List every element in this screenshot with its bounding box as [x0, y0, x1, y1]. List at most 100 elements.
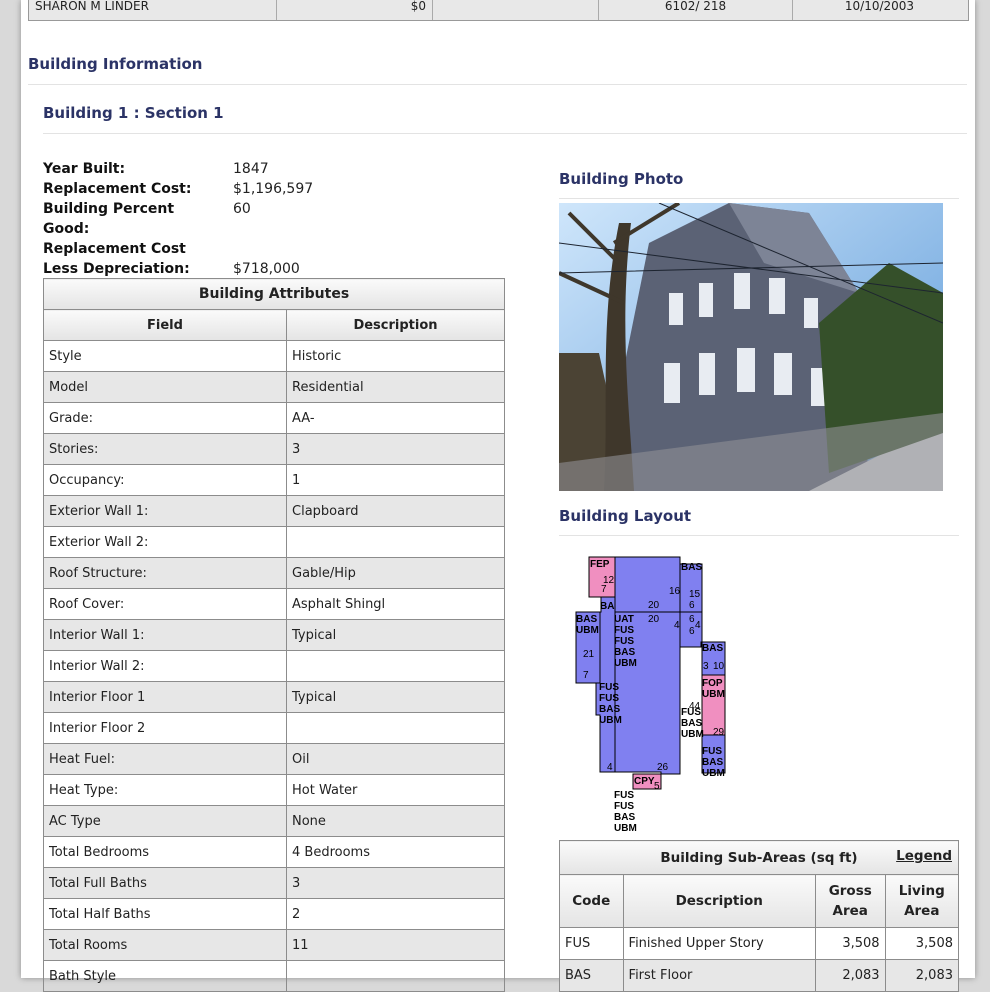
- table-row: Interior Wall 2:: [43, 650, 505, 682]
- table-row: Exterior Wall 1: Clapboard: [43, 495, 505, 527]
- layout-label: UBM: [614, 658, 637, 669]
- divider: [43, 133, 967, 134]
- attribute-description-cell: Typical: [286, 681, 505, 713]
- table-row: AC Type None: [43, 805, 505, 837]
- attribute-field-cell: Bath Style: [43, 960, 287, 992]
- layout-label: BAS: [702, 757, 723, 768]
- layout-label: FUS: [599, 693, 619, 704]
- layout-label: 7: [601, 584, 607, 595]
- replacement-cost-label: Replacement Cost:: [43, 181, 192, 197]
- building-information-heading: Building Information: [28, 55, 203, 73]
- attribute-description-cell: Typical: [286, 619, 505, 651]
- code-column-header: Code: [559, 874, 624, 928]
- attribute-description-cell: Historic: [286, 340, 505, 372]
- attribute-description-cell: Residential: [286, 371, 505, 403]
- year-built-value: 1847: [233, 161, 269, 177]
- attribute-description-cell: Oil: [286, 743, 505, 775]
- attribute-field-cell: Interior Wall 2:: [43, 650, 287, 682]
- attribute-description-cell: [286, 960, 505, 992]
- attribute-description-cell: 11: [286, 929, 505, 961]
- attribute-field-cell: Total Full Baths: [43, 867, 287, 899]
- layout-label: BAS: [681, 562, 702, 573]
- table-row: Roof Structure: Gable/Hip: [43, 557, 505, 589]
- attribute-field-cell: Interior Floor 1: [43, 681, 287, 713]
- code-cell: BAS: [559, 959, 624, 992]
- gross-area-cell: 2,083: [814, 959, 886, 992]
- layout-label: 16: [669, 586, 681, 597]
- living-area-cell: 2,083: [884, 959, 960, 992]
- attribute-description-cell: 4 Bedrooms: [286, 836, 505, 868]
- attribute-field-cell: Stories:: [43, 433, 287, 465]
- table-row: Occupancy: 1: [43, 464, 505, 496]
- living-area-cell: 3,508: [884, 927, 960, 960]
- layout-label: UBM: [702, 768, 725, 779]
- table-row: Heat Type: Hot Water: [43, 774, 505, 806]
- attribute-field-cell: Interior Wall 1:: [43, 619, 287, 651]
- layout-label: UBM: [576, 625, 599, 636]
- table-row: Stories: 3: [43, 433, 505, 465]
- field-column-header: Field: [43, 309, 287, 341]
- table-row: Exterior Wall 2:: [43, 526, 505, 558]
- attribute-field-cell: Roof Structure:: [43, 557, 287, 589]
- attribute-description-cell: Gable/Hip: [286, 557, 505, 589]
- attribute-field-cell: Total Bedrooms: [43, 836, 287, 868]
- table-row: Model Residential: [43, 371, 505, 403]
- attribute-description-cell: Asphalt Shingl: [286, 588, 505, 620]
- attribute-description-cell: [286, 712, 505, 744]
- code-cell: FUS: [559, 927, 624, 960]
- layout-label: 4: [674, 620, 680, 631]
- building-photo[interactable]: [559, 203, 943, 491]
- layout-label: 5: [654, 781, 660, 792]
- table-row: Bath Style: [43, 960, 505, 992]
- attribute-field-cell: Style: [43, 340, 287, 372]
- table-row: Total Half Baths 2: [43, 898, 505, 930]
- building-layout-sketch[interactable]: FEP BAS 12 7 16 15 BA 20 6 BAS UBM UAT 2…: [559, 552, 759, 837]
- sale-price-cell: $0: [277, 0, 433, 20]
- subareas-caption: Building Sub-Areas (sq ft): [660, 849, 858, 866]
- divider: [28, 84, 967, 85]
- layout-label: 21: [583, 649, 595, 660]
- divider: [559, 535, 959, 536]
- attribute-field-cell: Roof Cover:: [43, 588, 287, 620]
- certificate-cell: [433, 0, 599, 20]
- replacement-cost-value: $1,196,597: [233, 181, 314, 197]
- layout-label: 7: [583, 670, 589, 681]
- layout-label: BAS: [599, 704, 620, 715]
- rcld-label: Replacement Cost Less Depreciation:: [43, 241, 190, 277]
- layout-label: BA: [600, 601, 614, 612]
- sale-date-cell: 10/10/2003: [844, 0, 915, 13]
- attribute-description-cell: [286, 526, 505, 558]
- attribute-field-cell: Exterior Wall 1:: [43, 495, 287, 527]
- table-row: Total Rooms 11: [43, 929, 505, 961]
- attribute-field-cell: Heat Fuel:: [43, 743, 287, 775]
- layout-sketch-svg: FEP BAS 12 7 16 15 BA 20 6 BAS UBM UAT 2…: [575, 556, 726, 834]
- attribute-description-cell: [286, 650, 505, 682]
- layout-label: UBM: [702, 689, 725, 700]
- layout-label: FUS: [702, 746, 722, 757]
- layout-label: 20: [648, 614, 660, 625]
- gross-area-column-header: Gross Area: [814, 874, 886, 928]
- building-attributes-table: Building Attributes Field Description St…: [43, 278, 505, 992]
- sale-history-row: SHARON M LINDER $0 6102/ 218 10/10/2003: [28, 0, 969, 21]
- layout-label: UBM: [614, 823, 637, 834]
- attribute-field-cell: Total Half Baths: [43, 898, 287, 930]
- attribute-field-cell: Interior Floor 2: [43, 712, 287, 744]
- legend-link[interactable]: Legend: [896, 848, 952, 864]
- attribute-description-cell: 2: [286, 898, 505, 930]
- layout-label: 15: [689, 589, 701, 600]
- building-photo-image: [559, 203, 943, 491]
- layout-label: FOP: [702, 678, 723, 689]
- building-subareas-table: Building Sub-Areas (sq ft) Legend Code D…: [559, 840, 960, 992]
- book-page-cell: 6102/ 218: [599, 0, 793, 20]
- attribute-field-cell: Total Rooms: [43, 929, 287, 961]
- attribute-description-cell: 3: [286, 433, 505, 465]
- attribute-description-cell: Hot Water: [286, 774, 505, 806]
- layout-label: BAS: [576, 614, 597, 625]
- table-row: Total Full Baths 3: [43, 867, 505, 899]
- layout-label: 26: [657, 762, 669, 773]
- page-container: SHARON M LINDER $0 6102/ 218 10/10/2003 …: [21, 0, 975, 992]
- subareas-caption-cell: Building Sub-Areas (sq ft) Legend: [559, 840, 959, 875]
- table-row: Interior Wall 1: Typical: [43, 619, 505, 651]
- attribute-field-cell: Exterior Wall 2:: [43, 526, 287, 558]
- layout-label: FUS: [599, 682, 619, 693]
